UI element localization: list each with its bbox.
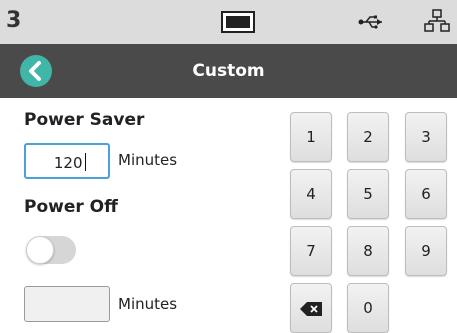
- toggle-knob: [26, 236, 54, 264]
- key-0[interactable]: 0: [347, 283, 389, 333]
- usb-icon: [358, 14, 384, 33]
- key-3[interactable]: 3: [405, 112, 447, 162]
- network-icon: [424, 9, 450, 37]
- status-number: 3: [6, 8, 22, 33]
- key-5[interactable]: 5: [347, 169, 389, 219]
- backspace-key[interactable]: [290, 283, 332, 333]
- key-8[interactable]: 8: [347, 226, 389, 276]
- power-saver-minutes-input[interactable]: 120: [24, 143, 110, 179]
- power-saver-label: Power Saver: [24, 110, 145, 130]
- power-saver-unit-label: Minutes: [118, 151, 178, 169]
- backspace-icon: [300, 301, 322, 316]
- power-saver-value: 120: [53, 154, 83, 172]
- key-6[interactable]: 6: [405, 169, 447, 219]
- power-off-unit-label: Minutes: [118, 295, 178, 313]
- status-bar: 3: [0, 0, 457, 44]
- key-2[interactable]: 2: [347, 112, 389, 162]
- key-9[interactable]: 9: [405, 226, 447, 276]
- title-bar: Custom: [0, 44, 457, 98]
- key-7[interactable]: 7: [290, 226, 332, 276]
- page-title: Custom: [192, 61, 265, 81]
- key-4[interactable]: 4: [290, 169, 332, 219]
- monitor-icon: [221, 11, 255, 37]
- power-off-toggle[interactable]: [26, 236, 76, 264]
- key-1[interactable]: 1: [290, 112, 332, 162]
- power-off-label: Power Off: [24, 197, 118, 217]
- text-caret: [84, 153, 86, 171]
- power-off-minutes-input[interactable]: [24, 286, 110, 322]
